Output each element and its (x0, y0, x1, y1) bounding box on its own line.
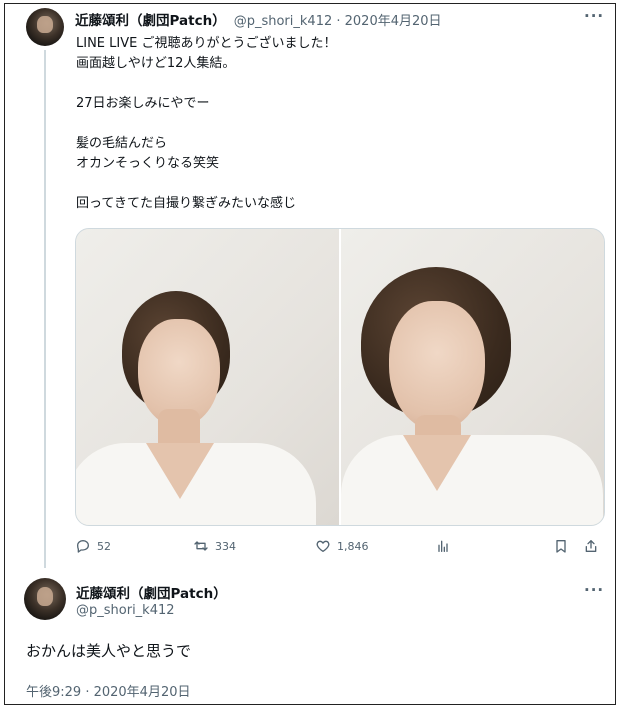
thread-connector-line (44, 50, 46, 568)
reply-header: 近藤頌利（劇団Patch） (76, 582, 227, 602)
reply-author-handle[interactable]: @p_shori_k412 (76, 603, 175, 618)
tweet-actions: 52 334 1,846 (75, 538, 605, 558)
selfie-photo-right[interactable] (339, 229, 604, 525)
analytics-icon (438, 540, 448, 552)
tweet-line: 画面越しやけど12人集結。 (76, 56, 236, 71)
retweet-button[interactable]: 334 (193, 538, 236, 554)
share-icon (585, 540, 597, 552)
tweet-line: LINE LIVE ご視聴ありがとうございました！ (76, 36, 337, 51)
reply-count: 52 (97, 539, 111, 553)
author-meta[interactable]: @p_shori_k412 · 2020年4月20日 (234, 14, 442, 29)
tweet-line: 回ってきてた自撮り繋ぎみたいな感じ (76, 196, 296, 211)
tweet-media (75, 228, 605, 526)
selfie-photo-left[interactable] (76, 229, 339, 525)
tweet-line: 27日お楽しみにやでー (76, 96, 210, 111)
reply-icon (77, 540, 89, 553)
author-name[interactable]: 近藤頌利（劇団Patch） (75, 13, 226, 29)
retweet-count: 334 (215, 539, 236, 553)
tweet-line: 髪の毛結んだら (76, 136, 168, 151)
avatar[interactable] (24, 578, 66, 620)
analytics-button[interactable] (435, 538, 451, 554)
tweet-line (76, 74, 336, 94)
reply-button[interactable]: 52 (75, 538, 111, 554)
reply-timestamp[interactable]: 午後9:29 · 2020年4月20日 (26, 681, 191, 700)
avatar[interactable] (26, 8, 64, 46)
tweet-line (76, 114, 336, 134)
heart-icon (316, 540, 330, 552)
reply-author-name[interactable]: 近藤頌利（劇団Patch） (76, 586, 227, 602)
tweet-line (76, 174, 336, 194)
like-button[interactable]: 1,846 (315, 538, 369, 554)
like-count: 1,846 (337, 539, 369, 553)
tweet-line: オカンそっくりなる笑笑 (76, 156, 220, 171)
more-dots-icon[interactable]: ··· (584, 581, 604, 599)
bookmark-button[interactable] (553, 538, 569, 554)
tweet-header: 近藤頌利（劇団Patch） @p_shori_k412 · 2020年4月20日 (75, 9, 442, 29)
bookmark-icon (556, 540, 566, 553)
reply-text: おかんは美人やと思うで (26, 642, 192, 660)
tweet-text: LINE LIVE ご視聴ありがとうございました！ 画面越しやけど12人集結。 … (76, 34, 336, 214)
retweet-icon (194, 541, 208, 551)
share-button[interactable] (583, 538, 599, 554)
more-dots-icon[interactable]: ··· (584, 7, 604, 25)
